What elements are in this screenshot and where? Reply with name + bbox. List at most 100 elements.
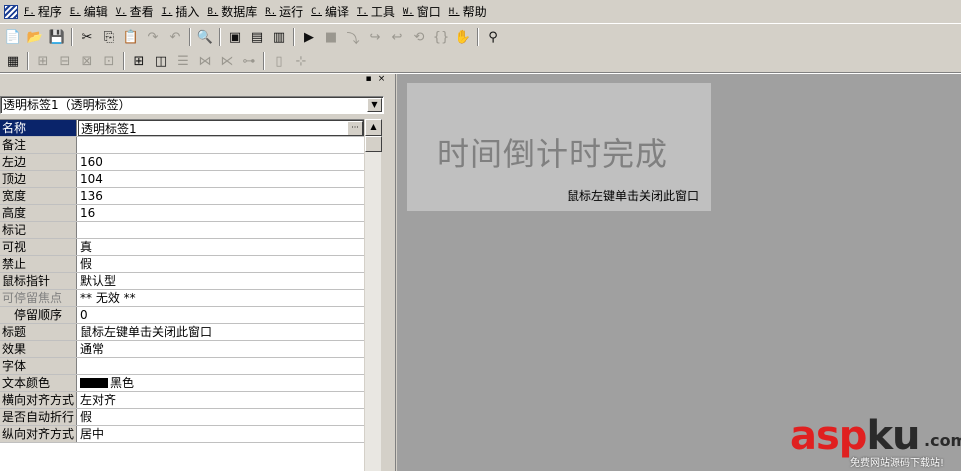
layout-columns-icon[interactable]: ▥ xyxy=(268,27,290,47)
center-vertical-icon[interactable]: ◫ xyxy=(150,51,172,71)
same-width-icon[interactable]: ▯ xyxy=(268,51,290,71)
menu-insert[interactable]: I. 插入 xyxy=(160,2,206,22)
layout-window-icon[interactable]: ▣ xyxy=(224,27,246,47)
property-value[interactable]: 黑色 xyxy=(78,375,364,391)
space-vertical-icon[interactable]: ⊶ xyxy=(238,51,260,71)
hand-icon[interactable]: ✋ xyxy=(452,27,474,47)
property-value[interactable]: 居中 xyxy=(78,426,364,442)
distribute-horizontal-icon[interactable]: ⋈ xyxy=(194,51,216,71)
property-row[interactable]: 是否自动折行假 xyxy=(0,409,364,426)
property-name: 左边 xyxy=(0,154,77,170)
same-height-icon[interactable]: ⊹ xyxy=(290,51,312,71)
open-folder-icon[interactable]: 📂 xyxy=(24,27,46,47)
menu-help[interactable]: H. 帮助 xyxy=(447,2,493,22)
property-row[interactable]: 标题 鼠标左键单击关闭此窗口 xyxy=(0,324,364,341)
align-top-icon[interactable]: ⊠ xyxy=(76,51,98,71)
property-value[interactable]: 鼠标左键单击关闭此窗口 xyxy=(78,324,364,340)
menu-view[interactable]: V. 查看 xyxy=(114,2,160,22)
property-row[interactable]: 可视真 xyxy=(0,239,364,256)
run-to-cursor-icon[interactable]: ⟲ xyxy=(408,27,430,47)
menu-compile[interactable]: C. 编译 xyxy=(309,2,355,22)
step-into-icon[interactable]: ⤵ xyxy=(342,27,364,47)
transparent-label[interactable]: 鼠标左键单击关闭此窗口 xyxy=(567,187,699,204)
chevron-down-icon[interactable]: ▼ xyxy=(367,98,382,112)
property-row[interactable]: 左边 160 xyxy=(0,154,364,171)
new-file-icon[interactable]: 📄 xyxy=(2,27,24,47)
property-row-name[interactable]: 名称 透明标签1 ··· xyxy=(0,120,364,137)
property-row[interactable]: 效果 通常 xyxy=(0,341,364,358)
property-name: 顶边 xyxy=(0,171,77,187)
design-window[interactable]: 时间倒计时完成 鼠标左键单击关闭此窗口 xyxy=(407,83,711,211)
property-value[interactable]: 0 xyxy=(78,307,364,323)
property-row[interactable]: 鼠标指针 默认型 xyxy=(0,273,364,290)
evaluate-icon[interactable]: {} xyxy=(430,27,452,47)
property-value[interactable]: 通常 xyxy=(78,341,364,357)
save-icon[interactable]: 💾 xyxy=(46,27,68,47)
property-name: 停留顺序 xyxy=(0,307,77,323)
redo-icon[interactable]: ↷ xyxy=(142,27,164,47)
property-value[interactable] xyxy=(78,222,364,238)
grid-icon[interactable]: ▦ xyxy=(2,51,24,71)
step-over-icon[interactable]: ↪ xyxy=(364,27,386,47)
find-icon[interactable]: 🔍 xyxy=(194,27,216,47)
run-icon[interactable]: ▶ xyxy=(298,27,320,47)
property-row[interactable]: 纵向对齐方式 居中 xyxy=(0,426,364,443)
property-row[interactable]: 顶边 104 xyxy=(0,171,364,188)
menu-window[interactable]: W. 窗口 xyxy=(401,2,447,22)
property-value[interactable]: 真 xyxy=(78,239,364,255)
binoculars-icon[interactable]: ⚲ xyxy=(482,27,504,47)
align-right-icon[interactable]: ⊟ xyxy=(54,51,76,71)
property-value[interactable]: 左对齐 xyxy=(78,392,364,408)
toolbar-separator xyxy=(219,28,221,46)
menu-database[interactable]: B. 数据库 xyxy=(205,2,263,22)
property-row[interactable]: 字体 xyxy=(0,358,364,375)
center-horizontal-icon[interactable]: ⊞ xyxy=(128,51,150,71)
cut-icon[interactable]: ✂ xyxy=(76,27,98,47)
property-scrollbar[interactable]: ▲ xyxy=(364,119,382,471)
property-value[interactable]: 160 xyxy=(78,154,364,170)
property-row[interactable]: 文本颜色 黑色 xyxy=(0,375,364,392)
property-row[interactable]: 横向对齐方式 左对齐 xyxy=(0,392,364,409)
object-selector[interactable]: 透明标签1（透明标签） ▼ xyxy=(0,96,384,114)
menu-run[interactable]: R. 运行 xyxy=(263,2,309,22)
step-out-icon[interactable]: ↩ xyxy=(386,27,408,47)
close-icon[interactable]: × xyxy=(376,75,387,86)
stop-icon[interactable]: ■ xyxy=(320,27,342,47)
menu-tools[interactable]: T. 工具 xyxy=(355,2,401,22)
property-value[interactable]: 104 xyxy=(78,171,364,187)
property-value[interactable] xyxy=(78,137,364,153)
property-row[interactable]: 可停留焦点 ** 无效 ** xyxy=(0,290,364,307)
space-horizontal-icon[interactable]: ⋉ xyxy=(216,51,238,71)
property-row[interactable]: 宽度 136 xyxy=(0,188,364,205)
property-row[interactable]: 高度 16 xyxy=(0,205,364,222)
menu-edit[interactable]: E. 编辑 xyxy=(68,2,114,22)
property-value[interactable]: 假 xyxy=(78,409,364,425)
property-value[interactable]: 假 xyxy=(78,256,364,272)
panel-splitter[interactable] xyxy=(390,74,396,471)
property-name: 效果 xyxy=(0,341,77,357)
property-value[interactable] xyxy=(78,358,364,374)
property-row[interactable]: 标记 xyxy=(0,222,364,239)
distribute-vertical-icon[interactable]: ☰ xyxy=(172,51,194,71)
layout-list-icon[interactable]: ▤ xyxy=(246,27,268,47)
property-row[interactable]: 停留顺序 0 xyxy=(0,307,364,324)
property-value[interactable]: ** 无效 ** xyxy=(78,290,364,306)
scroll-up-icon[interactable]: ▲ xyxy=(365,119,382,136)
paste-icon[interactable]: 📋 xyxy=(120,27,142,47)
property-value[interactable]: 默认型 xyxy=(78,273,364,289)
ellipsis-button[interactable]: ··· xyxy=(347,121,363,135)
scroll-thumb[interactable] xyxy=(365,136,382,152)
align-left-icon[interactable]: ⊞ xyxy=(32,51,54,71)
design-canvas[interactable]: 时间倒计时完成 鼠标左键单击关闭此窗口 xyxy=(397,74,961,471)
property-value[interactable]: 16 xyxy=(78,205,364,221)
copy-icon[interactable]: ⎘ xyxy=(98,27,120,47)
property-row[interactable]: 备注 xyxy=(0,137,364,154)
countdown-label[interactable]: 时间倒计时完成 xyxy=(437,129,668,175)
property-row[interactable]: 禁止假 xyxy=(0,256,364,273)
property-value[interactable]: 136 xyxy=(78,188,364,204)
menu-program[interactable]: F. 程序 xyxy=(22,2,68,22)
pin-icon[interactable]: ▪ xyxy=(363,75,374,86)
property-value[interactable]: 透明标签1 ··· xyxy=(78,120,364,136)
align-bottom-icon[interactable]: ⊡ xyxy=(98,51,120,71)
undo-icon[interactable]: ↶ xyxy=(164,27,186,47)
